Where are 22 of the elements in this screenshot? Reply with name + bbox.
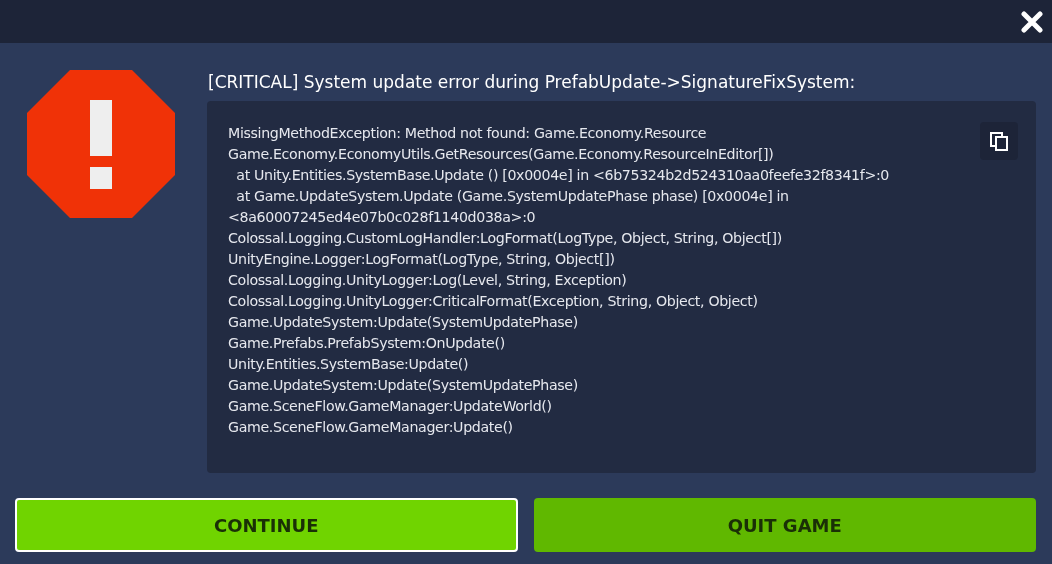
log-line: Game.SceneFlow.GameManager:Update() [228, 418, 513, 437]
quit-button[interactable]: QUIT GAME [533, 498, 1036, 552]
copy-icon [989, 131, 1009, 151]
log-line: at Unity.Entities.SystemBase.Update () [0x0004e] in <6b75324b2d524310aa0feefe32f8341f>:0 [235, 166, 890, 185]
log-line: UnityEngine.Logger:LogFormat(LogType, String, Object[]) [228, 250, 615, 269]
log-line: <8a60007245ed4e07b0c028f1140d038a>:0 [228, 208, 536, 227]
copy-button[interactable] [980, 122, 1018, 160]
continue-button[interactable]: CONTINUE [15, 498, 518, 552]
log-line: Colossal.Logging.UnityLogger:Log(Level, String, Exception) [228, 271, 627, 290]
log-line: Game.UpdateSystem:Update(SystemUpdatePhase) [228, 313, 578, 332]
log-line: Colossal.Logging.CustomLogHandler:LogFormat(LogType, Object, String, Object[]) [228, 229, 782, 248]
log-line: Game.SceneFlow.GameManager:UpdateWorld() [228, 397, 552, 416]
close-icon[interactable] [1021, 10, 1043, 33]
log-line: Unity.Entities.SystemBase:Update() [228, 355, 469, 374]
log-line: MissingMethodException: Method not found: Game.Economy.Resource [228, 124, 707, 143]
log-line: Game.Economy.EconomyUtils.GetResources(Game.Economy.ResourceInEditor[]) [228, 145, 774, 164]
log-line: Colossal.Logging.UnityLogger:CriticalFormat(Exception, String, Object, Object) [228, 292, 758, 311]
error-title: [CRITICAL] System update error during PrefabUpdate->SignatureFixSystem: [207, 71, 857, 93]
warning-icon [27, 70, 175, 218]
log-line: Game.UpdateSystem:Update(SystemUpdatePhase) [228, 376, 578, 395]
log-line: Game.Prefabs.PrefabSystem:OnUpdate() [228, 334, 505, 353]
log-line: at Game.UpdateSystem.Update (Game.SystemUpdatePhase phase) [0x0004e] in [235, 187, 789, 206]
